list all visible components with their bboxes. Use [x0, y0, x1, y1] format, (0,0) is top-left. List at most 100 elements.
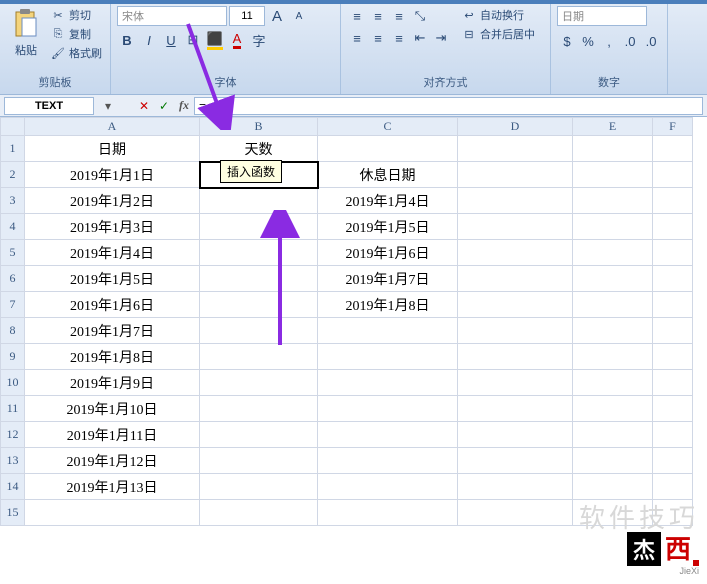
- cell-C13[interactable]: [318, 448, 458, 474]
- cell-B11[interactable]: [200, 396, 318, 422]
- cell-E6[interactable]: [573, 266, 653, 292]
- align-bottom-button[interactable]: ≡: [389, 6, 409, 26]
- cell-E10[interactable]: [573, 370, 653, 396]
- cell-B15[interactable]: [200, 500, 318, 526]
- cell-C15[interactable]: [318, 500, 458, 526]
- cell-C9[interactable]: [318, 344, 458, 370]
- cell-E1[interactable]: [573, 136, 653, 162]
- increase-font-button[interactable]: A: [267, 6, 287, 26]
- name-box[interactable]: [4, 97, 94, 115]
- cell-B5[interactable]: [200, 240, 318, 266]
- row-header-1[interactable]: 1: [1, 136, 25, 162]
- cell-D10[interactable]: [458, 370, 573, 396]
- phonetic-button[interactable]: 字: [249, 30, 269, 50]
- cell-A9[interactable]: 2019年1月8日: [25, 344, 200, 370]
- cell-E2[interactable]: [573, 162, 653, 188]
- row-header-3[interactable]: 3: [1, 188, 25, 214]
- cell-C7[interactable]: 2019年1月8日: [318, 292, 458, 318]
- cell-C3[interactable]: 2019年1月4日: [318, 188, 458, 214]
- align-middle-button[interactable]: ≡: [368, 6, 388, 26]
- increase-decimal-button[interactable]: .0: [620, 31, 640, 51]
- increase-indent-button[interactable]: ⇥: [431, 28, 451, 48]
- col-header-B[interactable]: B: [200, 118, 318, 136]
- cell-A11[interactable]: 2019年1月10日: [25, 396, 200, 422]
- align-left-button[interactable]: ≡: [347, 28, 367, 48]
- cell-E7[interactable]: [573, 292, 653, 318]
- cell-D14[interactable]: [458, 474, 573, 500]
- cell-E12[interactable]: [573, 422, 653, 448]
- cell-E3[interactable]: [573, 188, 653, 214]
- cell-E13[interactable]: [573, 448, 653, 474]
- cancel-formula-button[interactable]: ✕: [134, 97, 154, 115]
- cell-A3[interactable]: 2019年1月2日: [25, 188, 200, 214]
- row-header-15[interactable]: 15: [1, 500, 25, 526]
- cell-E8[interactable]: [573, 318, 653, 344]
- cell-C6[interactable]: 2019年1月7日: [318, 266, 458, 292]
- cell-E4[interactable]: [573, 214, 653, 240]
- row-header-13[interactable]: 13: [1, 448, 25, 474]
- fill-color-button[interactable]: ⬛: [205, 30, 225, 50]
- merge-center-button[interactable]: ⊟ 合并后居中: [459, 25, 537, 43]
- cell-F14[interactable]: [653, 474, 693, 500]
- cell-D15[interactable]: [458, 500, 573, 526]
- percent-button[interactable]: %: [578, 31, 598, 51]
- underline-button[interactable]: U: [161, 30, 181, 50]
- cell-C11[interactable]: [318, 396, 458, 422]
- cell-A6[interactable]: 2019年1月5日: [25, 266, 200, 292]
- cell-D8[interactable]: [458, 318, 573, 344]
- cell-E14[interactable]: [573, 474, 653, 500]
- cell-C2[interactable]: 休息日期: [318, 162, 458, 188]
- decrease-decimal-button[interactable]: .0: [641, 31, 661, 51]
- cell-B1[interactable]: 天数: [200, 136, 318, 162]
- cell-F12[interactable]: [653, 422, 693, 448]
- cell-D5[interactable]: [458, 240, 573, 266]
- cell-D3[interactable]: [458, 188, 573, 214]
- align-right-button[interactable]: ≡: [389, 28, 409, 48]
- cell-F7[interactable]: [653, 292, 693, 318]
- cell-D2[interactable]: [458, 162, 573, 188]
- cell-A4[interactable]: 2019年1月3日: [25, 214, 200, 240]
- row-header-5[interactable]: 5: [1, 240, 25, 266]
- cell-C5[interactable]: 2019年1月6日: [318, 240, 458, 266]
- cell-F9[interactable]: [653, 344, 693, 370]
- cell-A12[interactable]: 2019年1月11日: [25, 422, 200, 448]
- cell-E9[interactable]: [573, 344, 653, 370]
- cell-E5[interactable]: [573, 240, 653, 266]
- cell-F11[interactable]: [653, 396, 693, 422]
- cell-F3[interactable]: [653, 188, 693, 214]
- cell-B6[interactable]: [200, 266, 318, 292]
- cell-D11[interactable]: [458, 396, 573, 422]
- col-header-E[interactable]: E: [573, 118, 653, 136]
- cell-D13[interactable]: [458, 448, 573, 474]
- row-header-11[interactable]: 11: [1, 396, 25, 422]
- cell-A10[interactable]: 2019年1月9日: [25, 370, 200, 396]
- cell-D1[interactable]: [458, 136, 573, 162]
- row-header-6[interactable]: 6: [1, 266, 25, 292]
- comma-button[interactable]: ,: [599, 31, 619, 51]
- cell-F10[interactable]: [653, 370, 693, 396]
- select-all-corner[interactable]: [1, 118, 25, 136]
- insert-function-button[interactable]: fx: [174, 97, 194, 115]
- row-header-10[interactable]: 10: [1, 370, 25, 396]
- border-button[interactable]: ⊞: [183, 30, 203, 50]
- row-header-9[interactable]: 9: [1, 344, 25, 370]
- cell-B4[interactable]: [200, 214, 318, 240]
- cell-C1[interactable]: [318, 136, 458, 162]
- cell-C8[interactable]: [318, 318, 458, 344]
- cell-C4[interactable]: 2019年1月5日: [318, 214, 458, 240]
- cell-F4[interactable]: [653, 214, 693, 240]
- cell-D9[interactable]: [458, 344, 573, 370]
- cell-A7[interactable]: 2019年1月6日: [25, 292, 200, 318]
- cell-A13[interactable]: 2019年1月12日: [25, 448, 200, 474]
- cell-B10[interactable]: [200, 370, 318, 396]
- cut-button[interactable]: ✂ 剪切: [48, 6, 104, 24]
- orientation-button[interactable]: ⤡: [410, 6, 430, 26]
- cell-F6[interactable]: [653, 266, 693, 292]
- cell-F13[interactable]: [653, 448, 693, 474]
- cell-C12[interactable]: [318, 422, 458, 448]
- cell-F2[interactable]: [653, 162, 693, 188]
- currency-button[interactable]: $: [557, 31, 577, 51]
- row-header-12[interactable]: 12: [1, 422, 25, 448]
- name-box-dropdown[interactable]: ▾: [98, 97, 118, 115]
- cell-C14[interactable]: [318, 474, 458, 500]
